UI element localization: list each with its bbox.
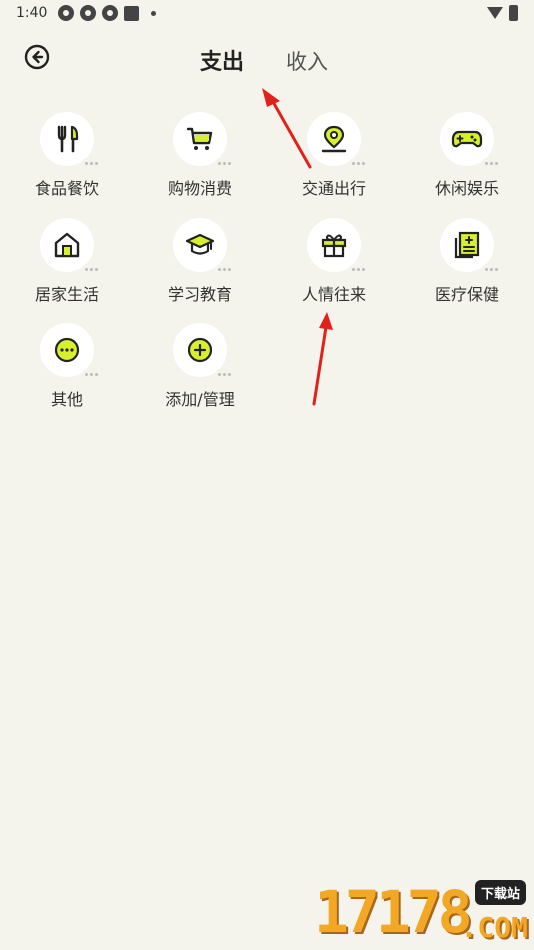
gamepad-icon — [451, 130, 483, 148]
more-dots-icon — [215, 158, 233, 168]
fork-knife-icon — [57, 125, 79, 153]
graduation-cap-icon — [185, 233, 215, 255]
category-label: 医疗保健 — [434, 285, 499, 304]
category-medical[interactable]: 医疗保健 — [407, 218, 527, 305]
category-label: 居家生活 — [34, 285, 99, 304]
category-food[interactable]: 食品餐饮 — [7, 112, 127, 199]
category-icon-circle — [173, 323, 233, 379]
category-icon-circle — [440, 218, 500, 274]
map-pin-icon — [321, 125, 347, 153]
add-icon — [187, 337, 213, 363]
status-notification-icons — [58, 5, 156, 21]
more-dots-icon — [482, 264, 500, 274]
more-dots-icon — [215, 264, 233, 274]
category-icon-circle — [307, 112, 367, 168]
category-label: 人情往来 — [301, 285, 366, 304]
category-other[interactable]: 其他 — [7, 323, 127, 410]
status-bar: 1:40 — [0, 0, 534, 28]
category-add-manage[interactable]: 添加/管理 — [140, 323, 260, 410]
category-leisure[interactable]: 休闲娱乐 — [407, 112, 527, 199]
category-icon-circle — [40, 218, 100, 274]
home-icon — [54, 232, 80, 258]
category-label: 其他 — [50, 390, 83, 409]
watermark-badge: 下载站 — [474, 880, 526, 905]
gift-icon — [321, 234, 347, 258]
category-icon-circle — [40, 112, 100, 168]
category-label: 学习教育 — [167, 285, 232, 304]
category-icon-circle — [440, 112, 500, 168]
more-dots-icon — [349, 264, 367, 274]
category-icon-circle — [307, 218, 367, 274]
more-dots-icon — [349, 158, 367, 168]
more-dots-icon — [82, 264, 100, 274]
top-bar: 支出 收入 — [0, 36, 534, 80]
category-icon-circle — [40, 323, 100, 379]
more-notifications-icon — [151, 10, 156, 16]
back-arrow-icon — [24, 44, 50, 70]
more-dots-icon — [82, 369, 100, 379]
category-icon-circle — [173, 112, 233, 168]
status-system-icons — [487, 5, 518, 21]
category-label: 食品餐饮 — [34, 179, 99, 198]
wifi-icon — [487, 7, 503, 19]
category-label: 添加/管理 — [165, 390, 235, 409]
tab-expense[interactable]: 支出 — [200, 44, 244, 76]
status-time: 1:40 — [16, 5, 48, 21]
type-tabs: 支出 收入 — [200, 44, 328, 76]
category-transport[interactable]: 交通出行 — [274, 112, 394, 199]
category-social[interactable]: 人情往来 — [274, 218, 394, 305]
category-home[interactable]: 居家生活 — [7, 218, 127, 305]
more-dots-icon — [82, 158, 100, 168]
category-label: 休闲娱乐 — [434, 179, 499, 198]
category-shopping[interactable]: 购物消费 — [140, 112, 260, 199]
category-label: 购物消费 — [167, 179, 232, 198]
more-icon — [54, 337, 80, 363]
more-dots-icon — [482, 158, 500, 168]
battery-icon — [509, 5, 518, 21]
app-notification-icon — [124, 5, 139, 21]
category-education[interactable]: 学习教育 — [140, 218, 260, 305]
watermark-number: 17178 — [314, 878, 473, 946]
app-notification-icon — [80, 5, 96, 21]
shopping-cart-icon — [186, 127, 213, 150]
watermark-suffix: .COM — [460, 911, 528, 944]
back-button[interactable] — [24, 44, 50, 70]
more-dots-icon — [215, 369, 233, 379]
category-icon-circle — [173, 218, 233, 274]
category-label: 交通出行 — [301, 179, 366, 198]
app-notification-icon — [58, 5, 74, 21]
tab-income[interactable]: 收入 — [286, 46, 328, 76]
medical-record-icon — [454, 231, 480, 259]
annotation-arrow-social — [312, 312, 333, 406]
app-notification-icon — [102, 5, 118, 21]
site-watermark: 17178 下载站 .COM — [304, 878, 534, 950]
